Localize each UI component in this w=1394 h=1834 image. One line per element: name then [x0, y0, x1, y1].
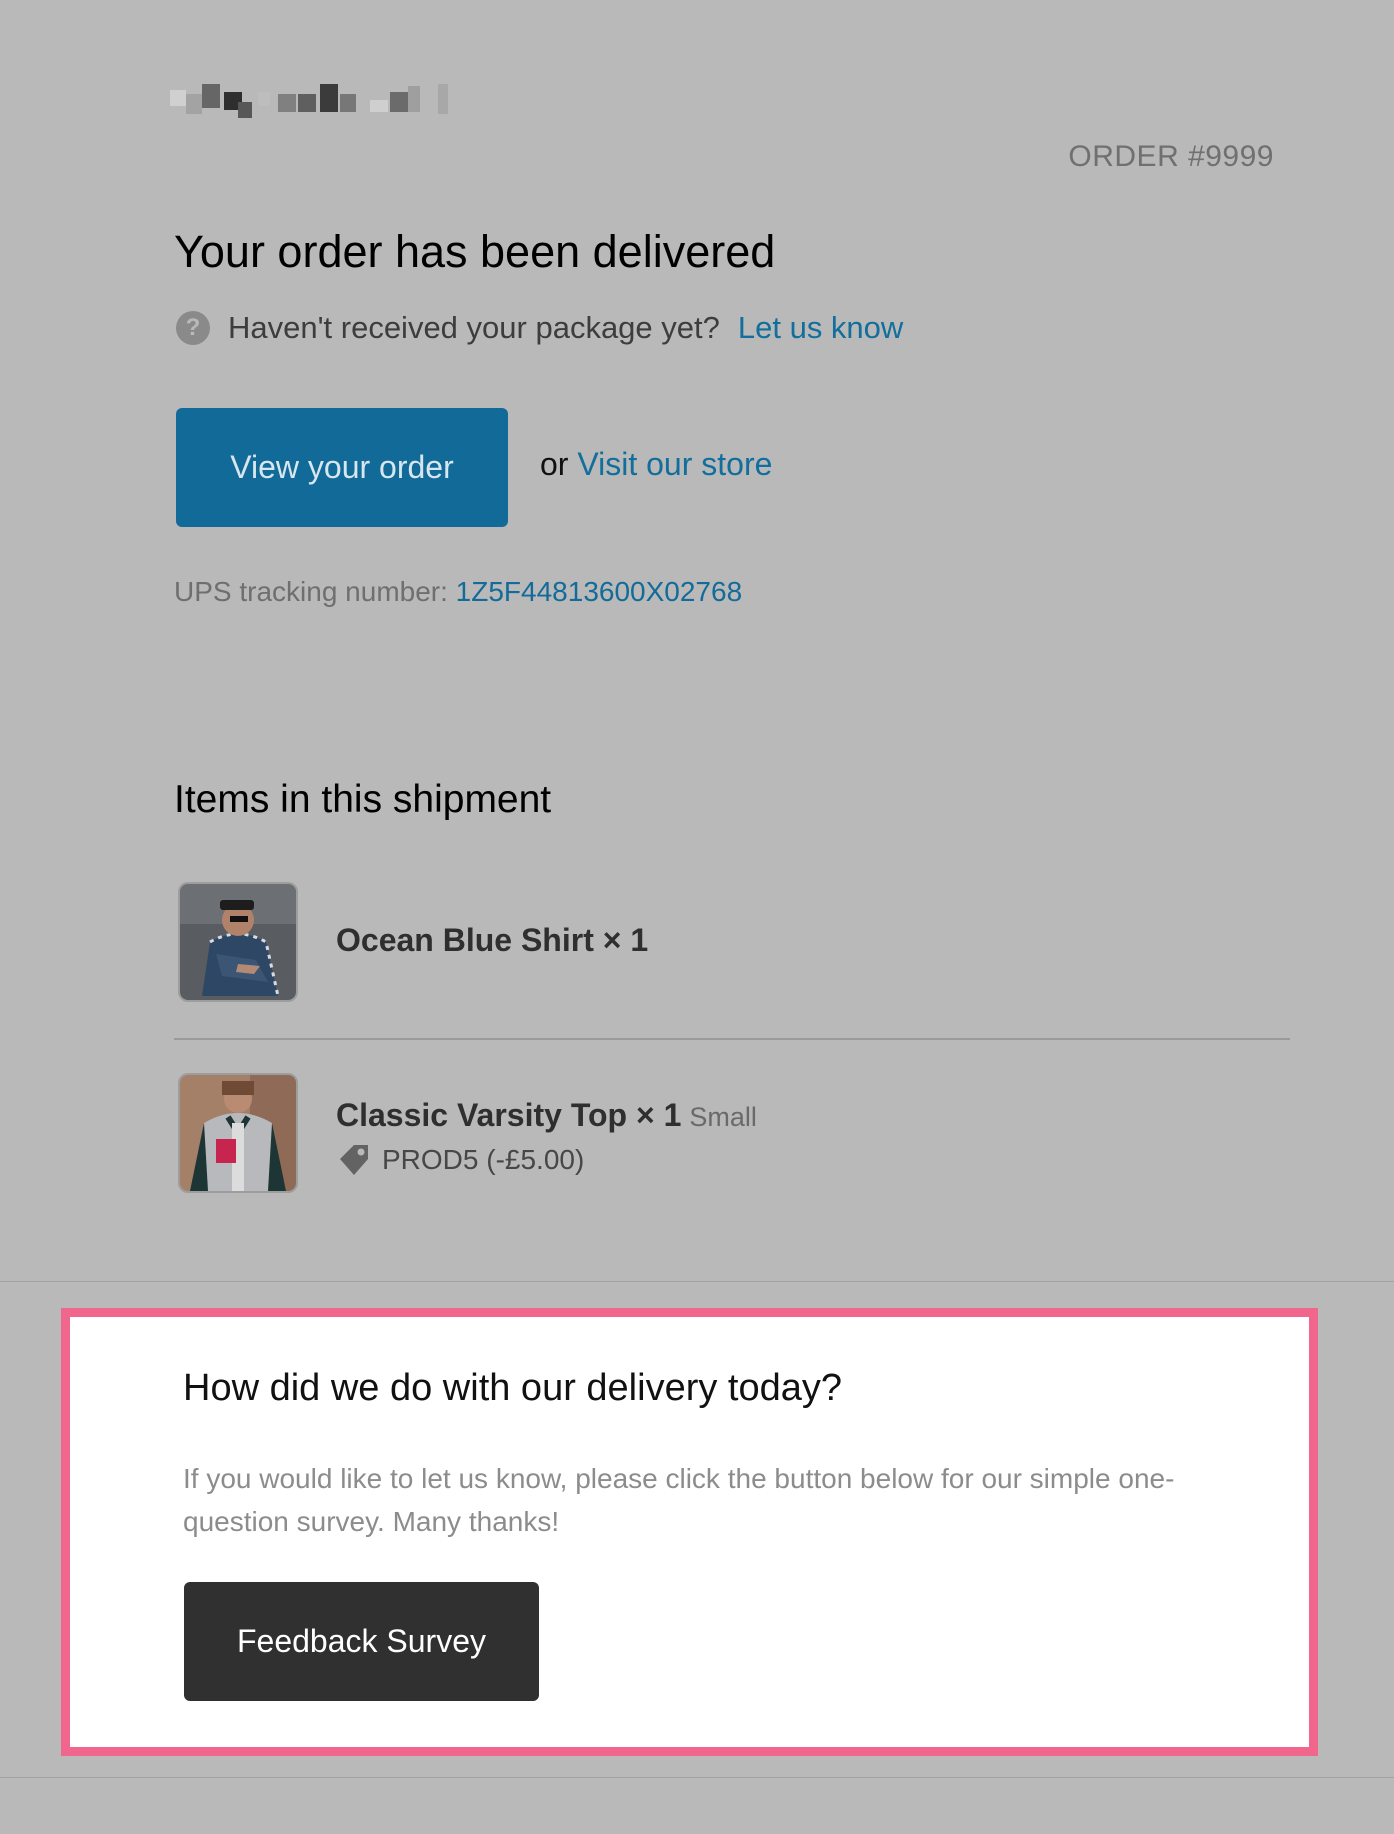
- survey-description: If you would like to let us know, please…: [183, 1463, 1175, 1537]
- question-icon: ?: [176, 311, 210, 345]
- discount-row: PROD5 (-£5.00): [336, 1143, 584, 1177]
- order-number: ORDER #9999: [1068, 140, 1274, 173]
- tracking-number-link[interactable]: 1Z5F44813600X02768: [456, 576, 742, 607]
- section-divider-top: [0, 1281, 1394, 1282]
- view-order-button[interactable]: View your order: [176, 408, 508, 527]
- or-text: or: [540, 446, 569, 482]
- tag-icon: [340, 1145, 368, 1175]
- shirt-product-image: [178, 882, 298, 1002]
- discount-code: PROD5 (-£5.00): [382, 1144, 585, 1175]
- shirt-product-photo-icon: [180, 884, 296, 1000]
- pixelated-logo: [170, 84, 490, 124]
- feedback-survey-button[interactable]: Feedback Survey: [184, 1582, 539, 1701]
- item-name: Ocean Blue Shirt × 1: [336, 922, 649, 958]
- package-question-text: Haven't received your package yet?: [228, 310, 720, 345]
- item-name: Classic Varsity Top × 1: [336, 1097, 682, 1133]
- section-divider-bottom: [0, 1777, 1394, 1778]
- let-us-know-link[interactable]: Let us know: [738, 310, 903, 346]
- shipment-item: Ocean Blue Shirt × 1: [174, 882, 1290, 1004]
- delivery-headline: Your order has been delivered: [174, 226, 776, 277]
- shipment-item: Classic Varsity Top × 1 Small PROD5 (-£5.…: [174, 1073, 1290, 1197]
- survey-card-highlight: How did we do with our delivery today? I…: [61, 1308, 1318, 1756]
- items-heading: Items in this shipment: [174, 778, 552, 821]
- survey-title: How did we do with our delivery today?: [183, 1367, 843, 1409]
- order-delivered-email: ORDER #9999 Your order has been delivere…: [0, 0, 1394, 1834]
- package-help-row: ? Haven't received your package yet? Let…: [176, 310, 903, 346]
- varsity-top-product-photo-icon: [180, 1075, 296, 1191]
- item-title: Classic Varsity Top × 1 Small: [336, 1097, 757, 1134]
- tracking-label: UPS tracking number:: [174, 576, 448, 607]
- visit-store-link[interactable]: Visit our store: [577, 446, 772, 482]
- store-link-row: or Visit our store: [540, 446, 772, 483]
- tracking-info: UPS tracking number: 1Z5F44813600X02768: [174, 576, 742, 608]
- item-variant: Small: [689, 1102, 757, 1132]
- item-title: Ocean Blue Shirt × 1: [336, 922, 648, 959]
- varsity-top-product-image: [178, 1073, 298, 1193]
- items-divider: [174, 1038, 1290, 1040]
